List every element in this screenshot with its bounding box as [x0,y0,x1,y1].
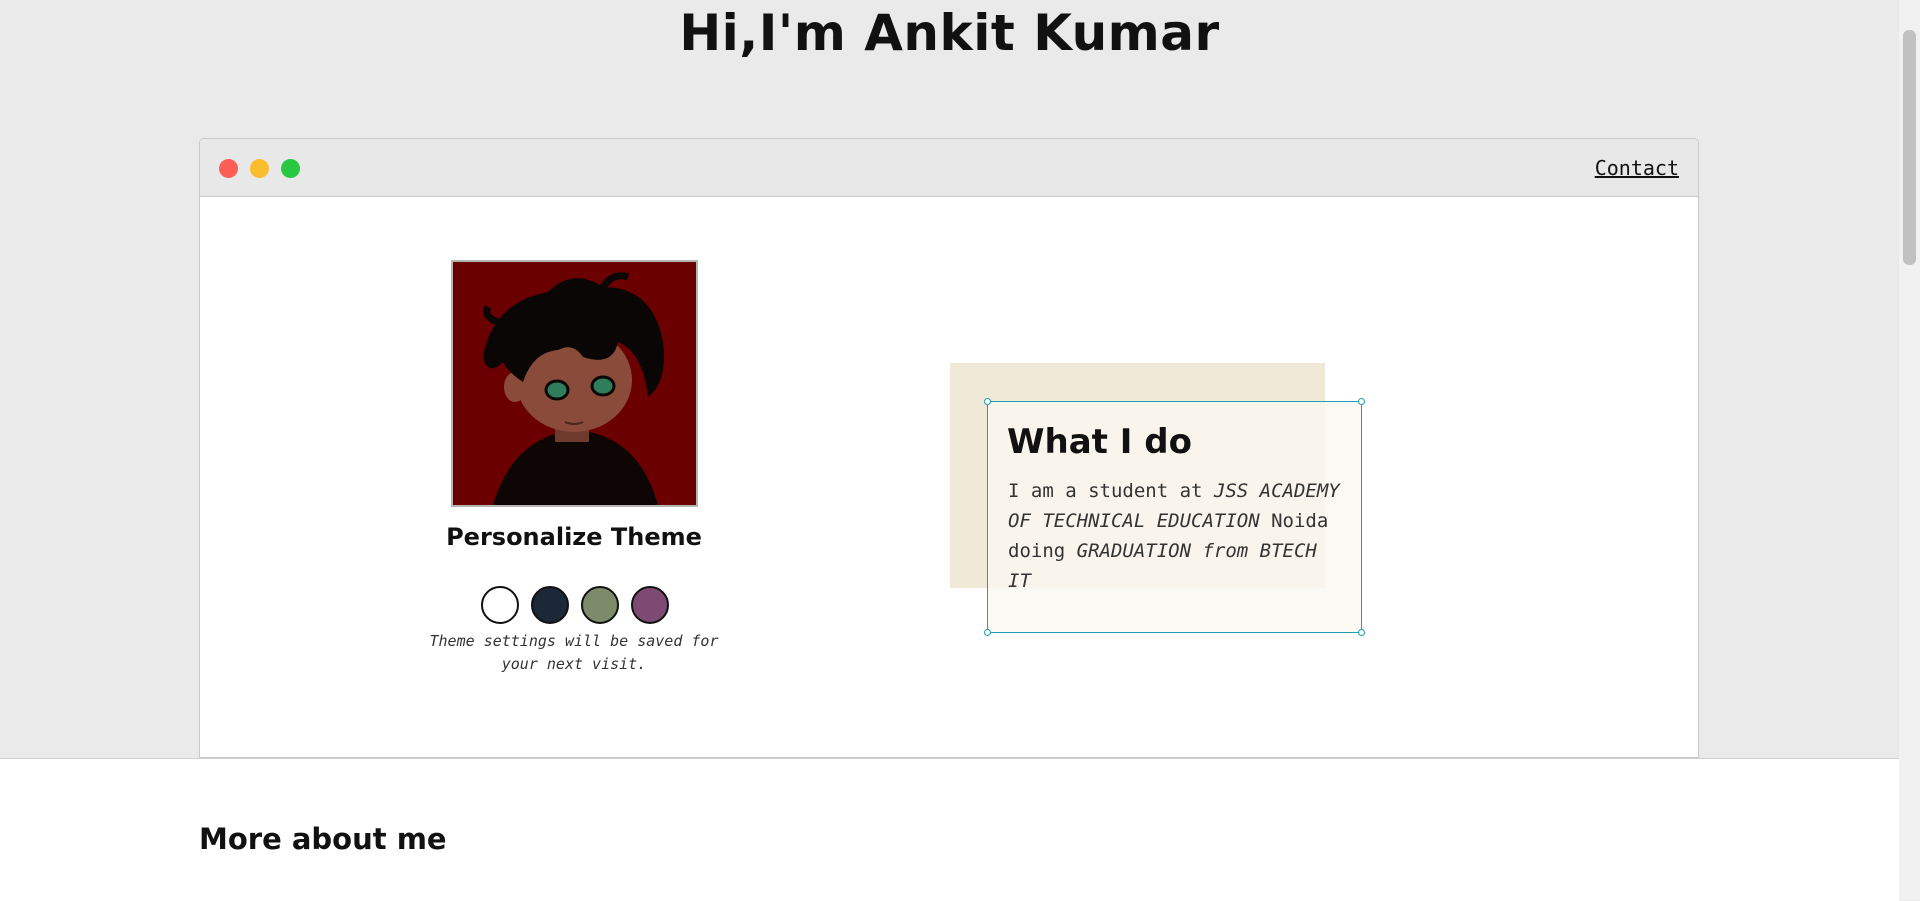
resize-handle-top-left[interactable] [984,398,991,405]
maximize-dot-icon[interactable] [281,159,300,178]
what-i-do-text: I am a student at JSS ACADEMY OF TECHNIC… [1008,476,1348,596]
more-about-section: More about me [0,758,1899,901]
page-scrollbar[interactable] [1899,0,1920,900]
page-title: Hi,I'm Ankit Kumar [679,4,1220,62]
contact-link[interactable]: Contact [1595,156,1679,180]
what-i-do-title: What I do [1007,422,1192,462]
resize-handle-bottom-left[interactable] [984,629,991,636]
resize-handle-top-right[interactable] [1358,398,1365,405]
text-part: I am a student at [1008,480,1214,502]
more-about-title: More about me [199,822,447,856]
theme-swatch-plum[interactable] [631,586,669,624]
personalize-theme-title: Personalize Theme [446,523,702,551]
avatar [451,260,698,507]
window-title-bar: Contact [200,139,1698,197]
cartoon-avatar-icon [453,262,696,505]
theme-swatch-light[interactable] [481,586,519,624]
browser-window-frame: Contact Personalize Theme Theme settings… [199,138,1699,758]
minimize-dot-icon[interactable] [250,159,269,178]
theme-note: Theme settings will be saved for your ne… [429,632,719,673]
close-dot-icon[interactable] [219,159,238,178]
resize-handle-bottom-right[interactable] [1358,629,1365,636]
theme-swatch-dark[interactable] [531,586,569,624]
scrollbar-thumb[interactable] [1903,30,1916,265]
theme-swatch-group [481,586,681,626]
theme-swatch-sage[interactable] [581,586,619,624]
what-i-do-card[interactable]: What I do I am a student at JSS ACADEMY … [984,398,1365,636]
